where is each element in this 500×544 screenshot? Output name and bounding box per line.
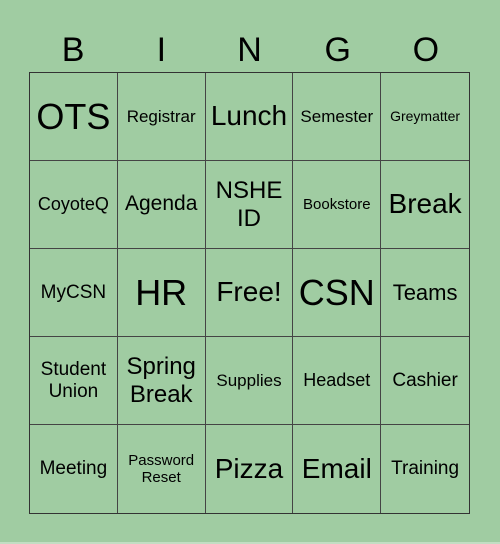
bingo-cell[interactable]: Student Union xyxy=(30,337,118,425)
bingo-cell[interactable]: Pizza xyxy=(206,425,294,513)
bingo-cell[interactable]: Meeting xyxy=(30,425,118,513)
bingo-cell[interactable]: Agenda xyxy=(117,161,206,249)
header-letter-i: I xyxy=(156,31,167,69)
bingo-cell[interactable]: CoyoteQ xyxy=(30,161,118,249)
bingo-cell[interactable]: Bookstore xyxy=(293,161,382,249)
header-letter-b: B xyxy=(61,31,85,69)
bingo-cell[interactable]: Training xyxy=(381,425,469,513)
bingo-cell[interactable]: HR xyxy=(117,249,206,337)
bingo-cell[interactable]: Supplies xyxy=(205,337,294,425)
bingo-cell[interactable]: Headset xyxy=(293,337,382,425)
bingo-cell[interactable]: Lunch xyxy=(205,73,294,161)
header-letter-g: G xyxy=(324,31,351,69)
bingo-cell[interactable]: Semester xyxy=(293,73,382,161)
bingo-cell[interactable]: NSHE ID xyxy=(205,161,294,249)
bingo-cell[interactable]: Teams xyxy=(381,249,469,337)
bingo-cell[interactable]: Password Reset xyxy=(118,425,206,513)
bingo-cell[interactable]: Registrar xyxy=(117,73,206,161)
bingo-cell[interactable]: Spring Break xyxy=(117,337,206,425)
bingo-header: B I N G O xyxy=(29,28,470,72)
header-letter-o: O xyxy=(412,31,440,69)
bingo-cell[interactable]: Email xyxy=(293,425,382,513)
bingo-cell[interactable]: MyCSN xyxy=(30,249,118,337)
header-letter-n: N xyxy=(237,31,262,69)
bingo-board: OTS Registrar Lunch Semester Greymatter … xyxy=(29,72,470,514)
bingo-cell[interactable]: Greymatter xyxy=(381,73,469,161)
bingo-cell[interactable]: Break xyxy=(381,161,469,249)
bingo-cell[interactable]: OTS xyxy=(30,73,118,161)
bingo-cell[interactable]: CSN xyxy=(293,249,382,337)
free-space-cell[interactable]: Free! xyxy=(205,249,294,337)
bingo-cell[interactable]: Cashier xyxy=(381,337,469,425)
